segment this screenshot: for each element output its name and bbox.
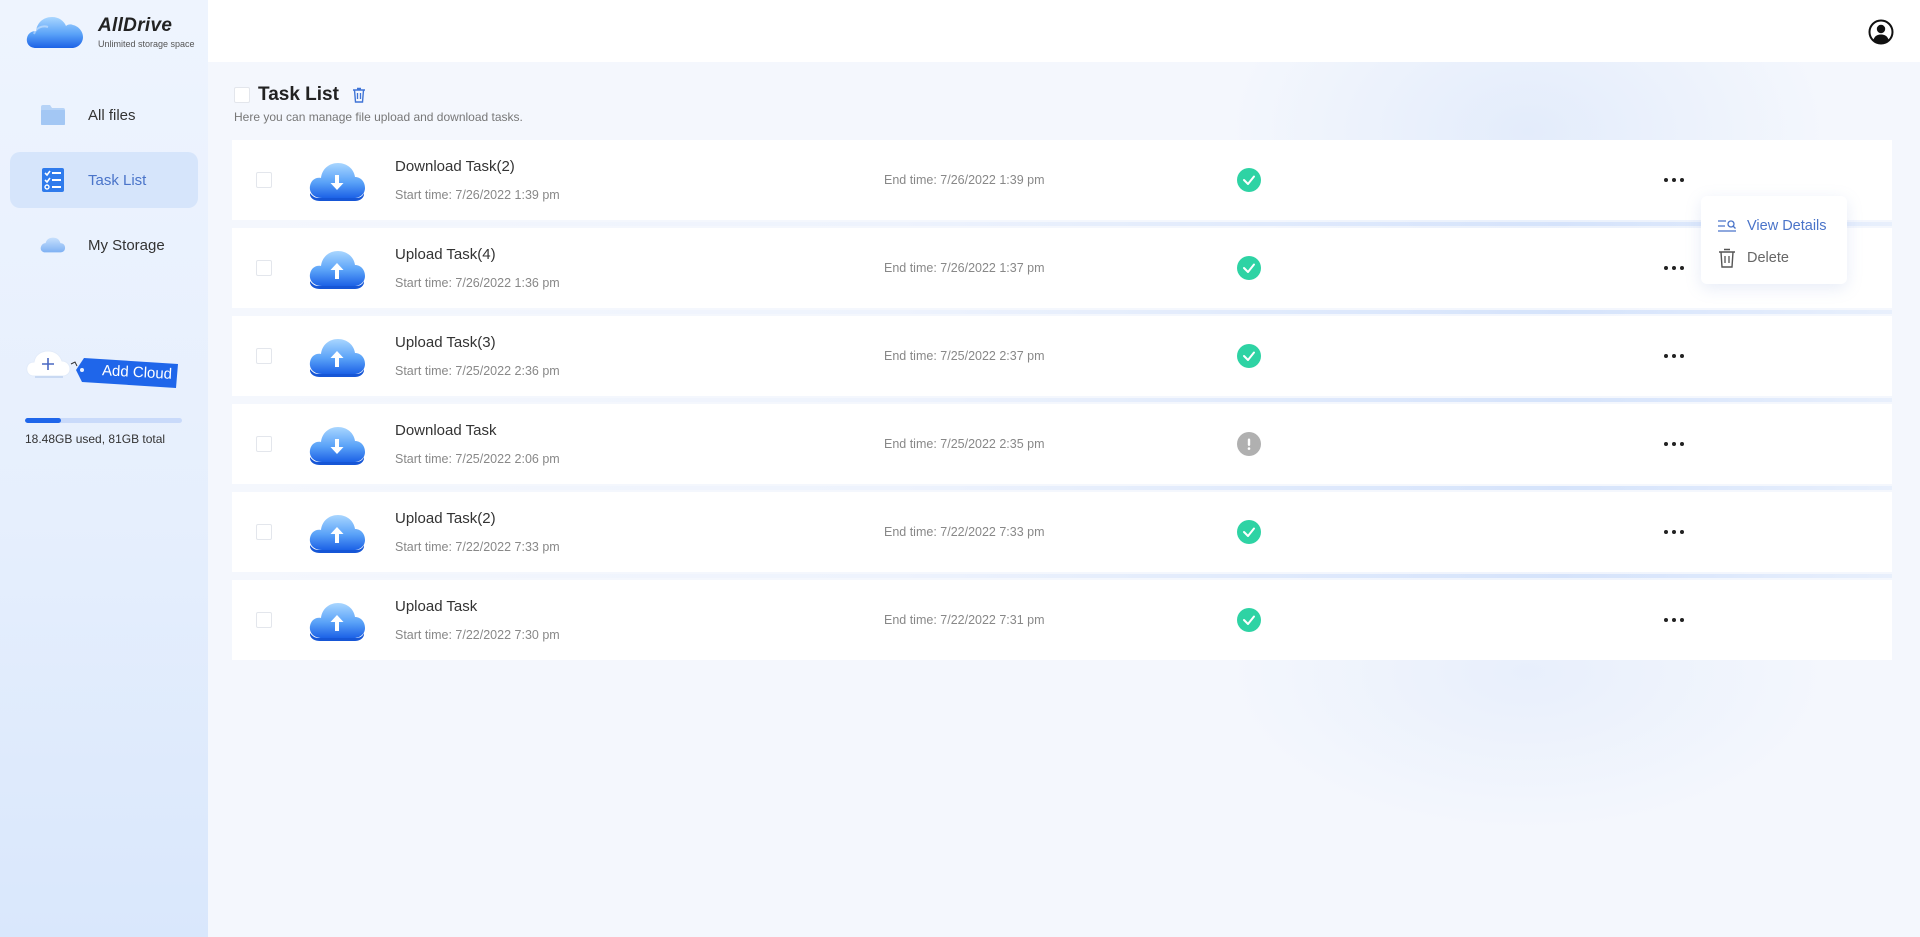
upload-cloud-icon	[308, 598, 366, 642]
sidebar-item-label: All files	[88, 106, 136, 124]
upload-cloud-icon	[308, 510, 366, 554]
task-row[interactable]: Download Task(2) Start time: 7/26/2022 1…	[232, 140, 1892, 226]
task-end-time: End time: 7/22/2022 7:31 pm	[884, 613, 1045, 627]
sidebar-item-all-files[interactable]: All files	[10, 87, 198, 143]
app-tagline: Unlimited storage space	[98, 39, 195, 49]
success-check-icon	[1237, 168, 1261, 192]
task-start-time: Start time: 7/26/2022 1:39 pm	[395, 188, 560, 202]
more-options-button[interactable]	[1656, 608, 1692, 632]
task-row[interactable]: Upload Task(4) Start time: 7/26/2022 1:3…	[232, 228, 1892, 314]
task-start-time: Start time: 7/25/2022 2:06 pm	[395, 452, 560, 466]
sidebar-item-label: Task List	[88, 171, 147, 189]
storage-usage-text: 18.48GB used, 81GB total	[25, 432, 166, 446]
sidebar-item-label: My Storage	[88, 236, 165, 254]
top-bar	[208, 0, 1920, 62]
delete-menu-item[interactable]: Delete	[1717, 246, 1789, 270]
success-check-icon	[1237, 344, 1261, 368]
task-name: Upload Task(4)	[395, 246, 496, 263]
more-options-button[interactable]	[1656, 168, 1692, 192]
task-row[interactable]: Upload Task(2) Start time: 7/22/2022 7:3…	[232, 492, 1892, 578]
page-header: Task List	[234, 84, 367, 106]
app-name: AllDrive	[98, 15, 173, 36]
task-start-time: Start time: 7/25/2022 2:36 pm	[395, 364, 560, 378]
task-name: Upload Task(2)	[395, 510, 496, 527]
storage-usage-bar	[25, 418, 182, 423]
task-row[interactable]: Download Task Start time: 7/25/2022 2:06…	[232, 404, 1892, 490]
menu-item-label: Delete	[1747, 250, 1789, 266]
task-checkbox[interactable]	[256, 260, 272, 276]
add-cloud-label: Add Cloud	[101, 362, 173, 383]
task-list: Download Task(2) Start time: 7/26/2022 1…	[232, 140, 1892, 668]
task-end-time: End time: 7/25/2022 2:35 pm	[884, 437, 1045, 451]
page-title: Task List	[258, 84, 339, 105]
sidebar-item-task-list[interactable]: Task List	[10, 152, 198, 208]
select-all-checkbox[interactable]	[234, 87, 250, 103]
task-checkbox[interactable]	[256, 612, 272, 628]
user-circle-icon[interactable]	[1868, 19, 1894, 45]
task-start-time: Start time: 7/22/2022 7:33 pm	[395, 540, 560, 554]
task-end-time: End time: 7/25/2022 2:37 pm	[884, 349, 1045, 363]
delete-selected-trash-icon[interactable]	[351, 87, 367, 103]
task-checkbox[interactable]	[256, 348, 272, 364]
task-end-time: End time: 7/22/2022 7:33 pm	[884, 525, 1045, 539]
logo-cloud-icon	[26, 17, 83, 48]
task-name: Download Task	[395, 422, 497, 439]
success-check-icon	[1237, 256, 1261, 280]
task-name: Download Task(2)	[395, 158, 515, 175]
more-options-button[interactable]	[1656, 520, 1692, 544]
task-start-time: Start time: 7/22/2022 7:30 pm	[395, 628, 560, 642]
task-end-time: End time: 7/26/2022 1:37 pm	[884, 261, 1045, 275]
upload-cloud-icon	[308, 246, 366, 290]
app-logo[interactable]: AllDrive Unlimited storage space	[26, 14, 195, 50]
add-cloud-button[interactable]: Add Cloud	[26, 344, 186, 394]
download-cloud-icon	[308, 422, 366, 466]
upload-cloud-icon	[308, 334, 366, 378]
view-details-icon	[1718, 220, 1736, 232]
cloud-icon	[40, 233, 66, 257]
more-options-button[interactable]	[1656, 432, 1692, 456]
trash-icon	[1719, 248, 1735, 268]
page-subtitle: Here you can manage file upload and down…	[234, 110, 523, 124]
success-check-icon	[1237, 608, 1261, 632]
sidebar: AllDrive Unlimited storage space All fil…	[0, 0, 208, 937]
task-end-time: End time: 7/26/2022 1:39 pm	[884, 173, 1045, 187]
more-options-button[interactable]	[1656, 344, 1692, 368]
storage-usage-fill	[25, 418, 61, 423]
task-list-icon	[40, 168, 66, 192]
task-row[interactable]: Upload Task(3) Start time: 7/25/2022 2:3…	[232, 316, 1892, 402]
success-check-icon	[1237, 520, 1261, 544]
menu-item-label: View Details	[1747, 218, 1827, 234]
task-context-menu: View Details Delete	[1701, 196, 1847, 284]
sidebar-item-my-storage[interactable]: My Storage	[10, 217, 198, 273]
task-name: Upload Task	[395, 598, 478, 615]
more-options-button[interactable]	[1656, 256, 1692, 280]
folder-icon	[40, 103, 66, 127]
task-checkbox[interactable]	[256, 172, 272, 188]
task-row[interactable]: Upload Task Start time: 7/22/2022 7:30 p…	[232, 580, 1892, 660]
view-details-menu-item[interactable]: View Details	[1717, 214, 1827, 238]
task-start-time: Start time: 7/26/2022 1:36 pm	[395, 276, 560, 290]
task-checkbox[interactable]	[256, 436, 272, 452]
warning-exclamation-icon	[1237, 432, 1261, 456]
download-cloud-icon	[308, 158, 366, 202]
task-name: Upload Task(3)	[395, 334, 496, 351]
task-checkbox[interactable]	[256, 524, 272, 540]
main-content: Task List Here you can manage file uploa…	[208, 62, 1920, 937]
